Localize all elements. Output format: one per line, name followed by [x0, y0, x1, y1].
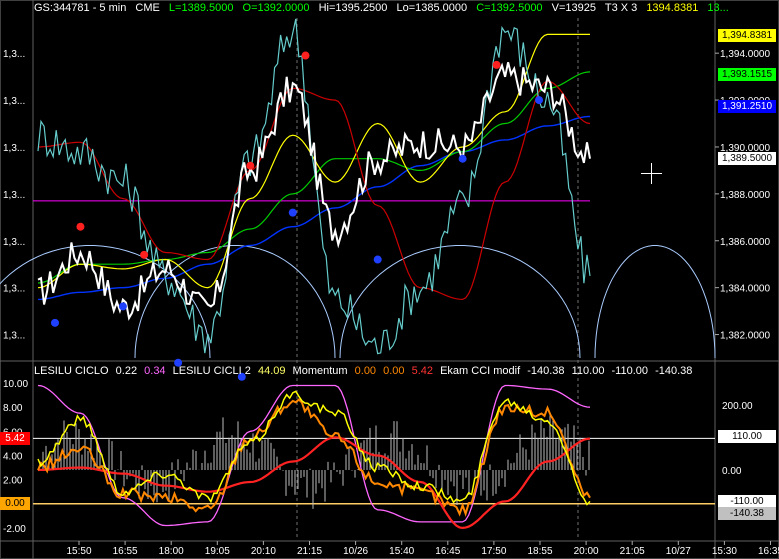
price-tag-blue: 1,391.2510 [718, 100, 776, 113]
high-label: Hi=1395.2500 [318, 2, 388, 14]
time-axis-label: 20:00 [574, 546, 599, 557]
cci-tag-last: -140.38 [718, 507, 776, 520]
time-axis-label: 10/26 [343, 546, 368, 557]
time-axis-label: 17:50 [481, 546, 506, 557]
time-axis-label: 21:15 [297, 546, 322, 557]
price-left-label: 1,3... [3, 284, 25, 295]
chart-canvas: 1,394.00001,392.00001,390.00001,388.0000… [0, 0, 779, 559]
ind-val-9: -110.00 [611, 365, 649, 377]
cci-axis-label-200: 200.00 [722, 401, 753, 412]
price-axis-label: 1,386.0000 [720, 237, 770, 248]
exchange-label: CME [135, 2, 160, 14]
crosshair-cursor-v [651, 163, 652, 184]
ind-name-4: Ekam CCI modif [440, 365, 521, 377]
red-signal-dot [492, 60, 501, 69]
price-tag-white: 1,389.5000 [718, 152, 776, 165]
time-axis-label: 20:10 [251, 546, 276, 557]
green-ma-series [37, 71, 591, 284]
blue-signal-dot [458, 154, 467, 163]
time-axis-label: 16:55 [113, 546, 138, 557]
extra-label: 13... [707, 2, 729, 14]
ind-val-5: 0.00 [383, 365, 405, 377]
indicator-left-label: -2.00 [3, 524, 26, 535]
price-tag-yellow: 1,394.8381 [718, 29, 776, 42]
cci-tag-110: 110.00 [718, 430, 776, 443]
time-axis-label: 10/27 [666, 546, 691, 557]
price-left-label: 1,3... [3, 237, 25, 248]
blue-signal-dot [373, 255, 382, 264]
price-tag-green: 1,393.1515 [718, 68, 776, 81]
time-axis-label: 18:55 [527, 546, 552, 557]
time-axis-label: 15:30 [712, 546, 737, 557]
price-axis-label: 1,384.0000 [720, 284, 770, 295]
price-header: GS:344781 - 5 min CME L=1389.5000 O=1392… [34, 2, 735, 16]
volume-label: V=13925 [551, 2, 596, 14]
lo-label: Lo=1385.0000 [396, 2, 468, 14]
time-axis-label: 19:05 [205, 546, 230, 557]
ind-val-2: 0.34 [144, 365, 166, 377]
time-axis-label: 16:35 [758, 546, 779, 557]
time-axis-label: 18:00 [159, 546, 184, 557]
indicator-header: LESILU CICLO 0.22 0.34 LESILU CICLI 2 44… [34, 365, 696, 377]
ind-val-10: -140.38 [655, 365, 693, 377]
cycle-arc-1 [134, 245, 336, 359]
close-label: C=1392.5000 [476, 2, 543, 14]
momentum-series [37, 390, 591, 506]
price-left-label: 1,3... [3, 143, 25, 154]
red-signal-dot [140, 250, 149, 259]
time-axis-label: 15:40 [389, 546, 414, 557]
time-axis-label: 16:45 [435, 546, 460, 557]
cycle-arc-0 [0, 245, 211, 359]
ind-name-1: LESILU CICLO [34, 365, 109, 377]
price-series [37, 62, 591, 321]
cycle-arc-3 [594, 245, 716, 359]
indicator-left-label: 8.00 [3, 403, 23, 414]
indicator-left-label: 10.00 [3, 379, 28, 390]
ind-name-3: Momentum [292, 365, 348, 377]
ind-val-8: 110.00 [571, 365, 605, 377]
blue-signal-dot [288, 208, 297, 217]
ind-val-1: 0.22 [115, 365, 138, 377]
ind-left-tag-zero: 0.00 [0, 497, 30, 510]
ind-val-3: 44.09 [257, 365, 286, 377]
ind-val-7: -140.38 [527, 365, 565, 377]
outer-frame [0, 0, 779, 559]
time-axis-label: 21:05 [620, 546, 645, 557]
price-left-label: 1,3... [3, 96, 25, 107]
slow-red-series [37, 80, 591, 301]
t3-value: 1394.8381 [646, 2, 699, 14]
ind-name-2: LESILU CICLI 2 [172, 365, 251, 377]
price-left-label: 1,3... [3, 49, 25, 60]
blue-signal-dot [535, 96, 544, 105]
ind-left-tag-542: 5.42 [0, 432, 30, 445]
indicator-left-label: 2.00 [3, 476, 23, 487]
low-label: L=1389.5000 [168, 2, 234, 14]
cci-axis-label-0: 0.00 [722, 466, 742, 477]
time-axis-label: 15:50 [66, 546, 91, 557]
ind-val-4: 0.00 [354, 365, 377, 377]
price-left-label: 1,3... [3, 331, 25, 342]
red-signal-dot [301, 51, 310, 60]
indicator-left-label: 4.00 [3, 451, 23, 462]
blue-signal-dot [50, 318, 59, 327]
blue-signal-dot [118, 302, 127, 311]
price-axis-label: 1,394.0000 [720, 49, 770, 60]
price-axis-label: 1,388.0000 [720, 190, 770, 201]
symbol-label: GS:344781 - 5 min [34, 2, 127, 14]
t3-label: T3 X 3 [604, 2, 638, 14]
price-axis-label: 1,382.0000 [720, 331, 770, 342]
red-signal-dot [246, 161, 255, 170]
ind-val-6: 5.42 [411, 365, 434, 377]
red-signal-dot [76, 222, 85, 231]
open-label: O=1392.0000 [242, 2, 310, 14]
price-left-label: 1,3... [3, 190, 25, 201]
